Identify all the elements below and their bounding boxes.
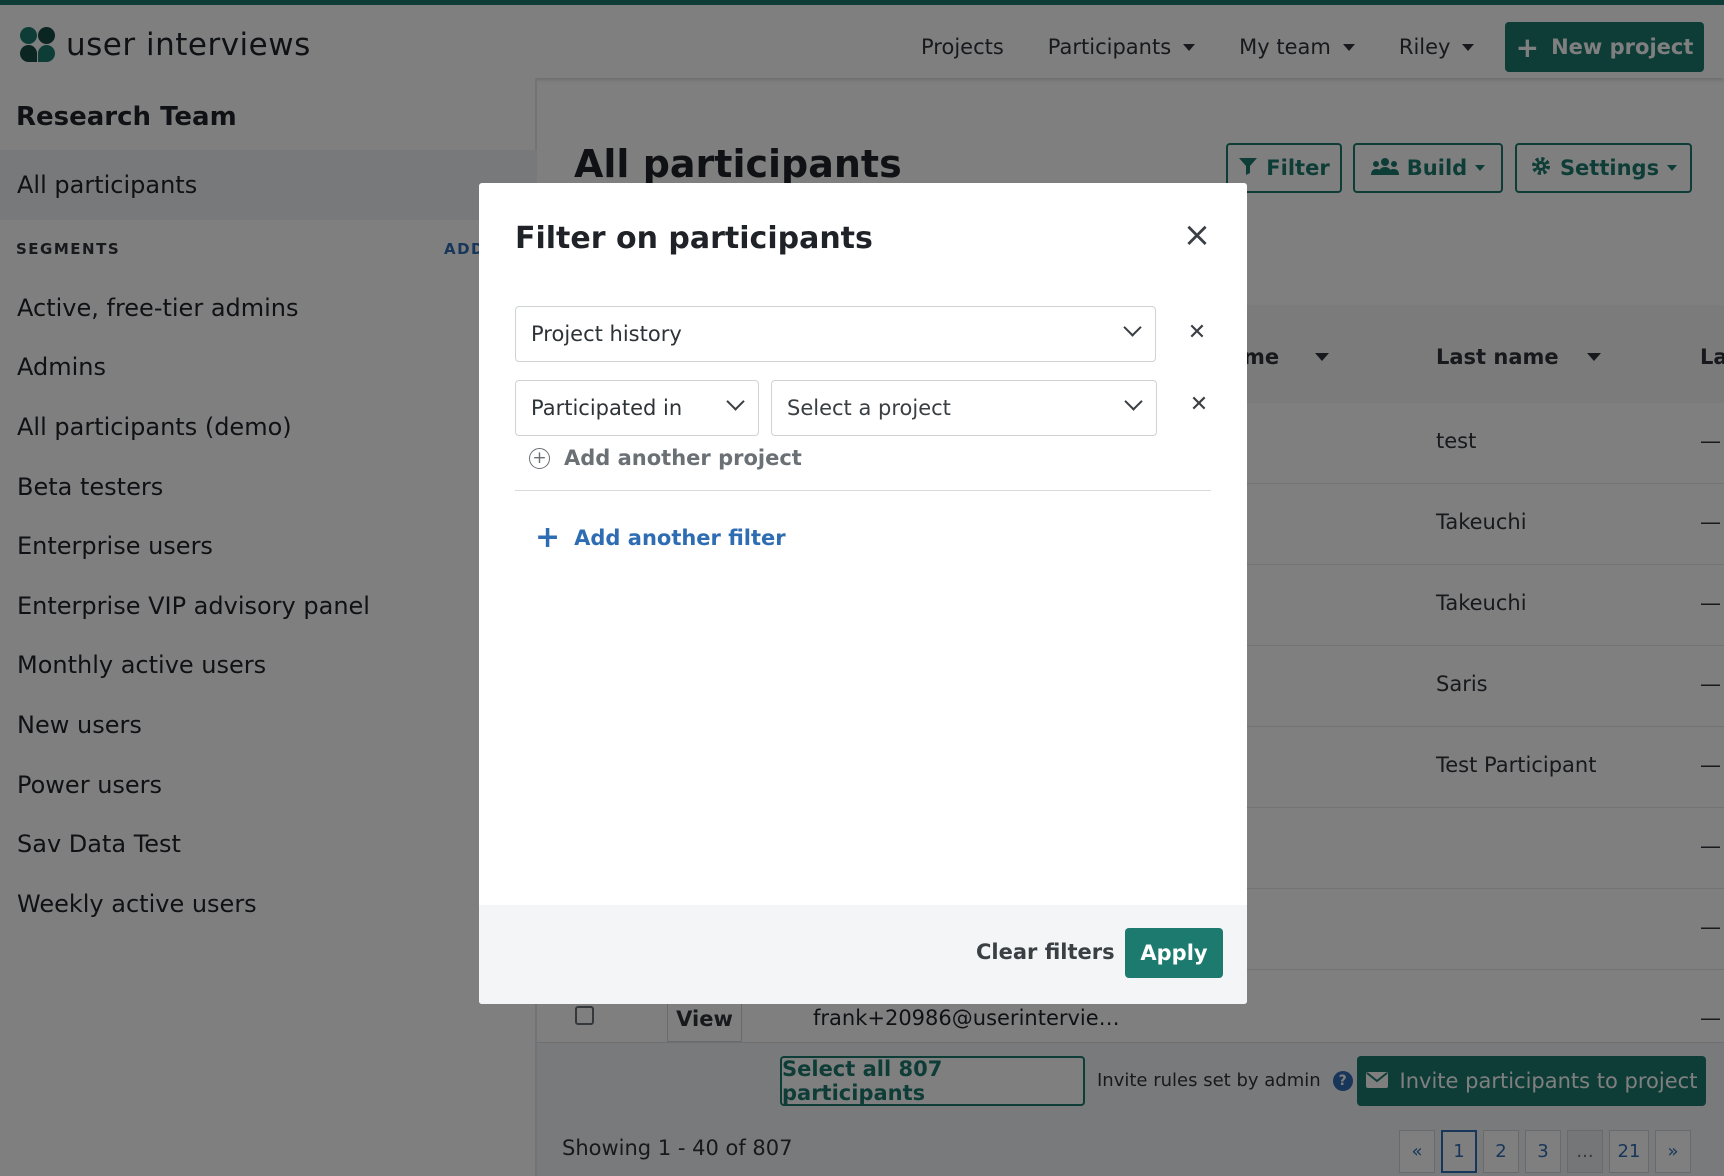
- chevron-down-icon: [726, 392, 745, 411]
- filter-type-select[interactable]: Project history: [515, 306, 1156, 362]
- project-placeholder: Select a project: [787, 396, 951, 420]
- project-select[interactable]: Select a project: [771, 380, 1157, 436]
- add-another-filter-button[interactable]: + Add another filter: [535, 523, 786, 553]
- modal-footer: Clear filters Apply: [479, 905, 1247, 1004]
- divider: [515, 490, 1211, 491]
- plus-icon: +: [535, 520, 561, 555]
- clear-filters-button[interactable]: Clear filters: [976, 940, 1115, 964]
- add-filter-label: Add another filter: [574, 526, 786, 550]
- plus-circle-icon: +: [529, 447, 550, 469]
- condition-select[interactable]: Participated in: [515, 380, 759, 436]
- add-project-label: Add another project: [564, 446, 802, 470]
- chevron-down-icon: [1124, 392, 1143, 411]
- filter-type-value: Project history: [531, 322, 682, 346]
- filter-modal: Filter on participants × Project history…: [479, 183, 1247, 1004]
- chevron-down-icon: [1123, 318, 1142, 337]
- remove-condition-icon[interactable]: ✕: [1187, 392, 1211, 417]
- remove-filter-icon[interactable]: ✕: [1185, 320, 1209, 345]
- apply-button[interactable]: Apply: [1125, 928, 1223, 978]
- modal-title: Filter on participants: [515, 221, 873, 256]
- add-another-project-button[interactable]: + Add another project: [529, 446, 802, 470]
- close-icon[interactable]: ×: [1182, 218, 1212, 252]
- condition-value: Participated in: [531, 396, 683, 420]
